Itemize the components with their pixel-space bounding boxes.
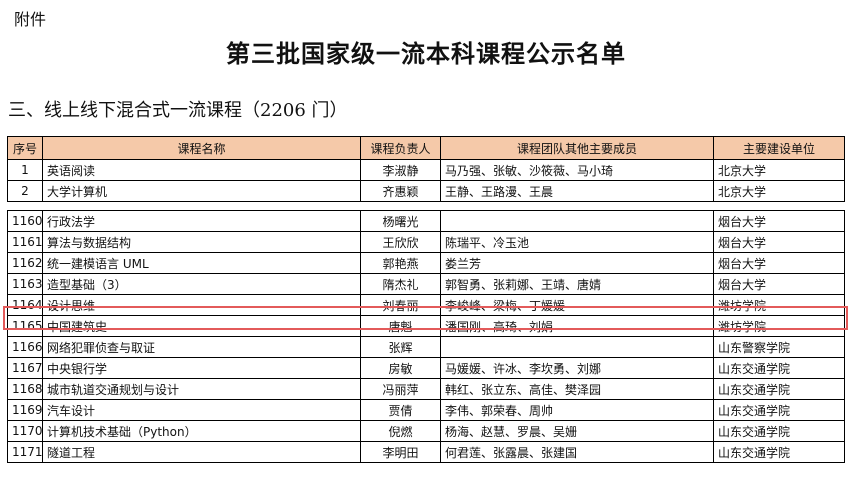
- cell-course-name: 英语阅读: [42, 159, 361, 181]
- table-row: 1165 中国建筑史 唐魁 潘国刚、高琦、刘娟 潍坊学院: [7, 315, 845, 337]
- cell-members: [440, 210, 714, 232]
- cell-leader: 倪燃: [360, 420, 441, 442]
- cell-members: 娄兰芳: [440, 252, 714, 274]
- table-row: 2 大学计算机 齐惠颖 王静、王路漫、王晨 北京大学: [7, 180, 845, 202]
- table-row: 1170 计算机技术基础（Python） 倪燃 杨海、赵慧、罗晨、吴姗 山东交通…: [7, 420, 845, 442]
- cell-unit: 山东交通学院: [713, 420, 845, 442]
- cell-no: 1163: [7, 273, 43, 295]
- cell-members: 郭智勇、张莉娜、王靖、唐婧: [440, 273, 714, 295]
- cell-no: 1170: [7, 420, 43, 442]
- cell-no: 1160: [7, 210, 43, 232]
- header-course-name: 课程名称: [42, 136, 361, 160]
- table-row-highlighted: 1164 设计思维 刘春丽 李峻峰、梁梅、丁媛媛 潍坊学院: [7, 294, 845, 316]
- table-header-row: 序号 课程名称 课程负责人 课程团队其他主要成员 主要建设单位: [7, 136, 845, 160]
- cell-no: 1167: [7, 357, 43, 379]
- table-row: 1160 行政法学 杨曙光 烟台大学: [7, 210, 845, 232]
- cell-unit: 山东交通学院: [713, 441, 845, 463]
- cell-leader: 张辉: [360, 336, 441, 358]
- cell-no: 2: [7, 180, 43, 202]
- cell-unit: 北京大学: [713, 180, 845, 202]
- cell-unit: 山东交通学院: [713, 357, 845, 379]
- cell-no: 1161: [7, 231, 43, 253]
- table-row: 1169 汽车设计 贾倩 李伟、郭荣春、周帅 山东交通学院: [7, 399, 845, 421]
- table-row: 1166 网络犯罪侦查与取证 张辉 山东警察学院: [7, 336, 845, 358]
- cell-members: 何君莲、张露晨、张建国: [440, 441, 714, 463]
- cell-course-name: 行政法学: [42, 210, 361, 232]
- cell-members: 马媛媛、许冰、李坎勇、刘娜: [440, 357, 714, 379]
- cell-leader: 贾倩: [360, 399, 441, 421]
- cell-unit: 烟台大学: [713, 273, 845, 295]
- cell-no: 1171: [7, 441, 43, 463]
- cell-leader: 冯丽萍: [360, 378, 441, 400]
- cell-unit: 北京大学: [713, 159, 845, 181]
- table-row: 1162 统一建模语言 UML 郭艳燕 娄兰芳 烟台大学: [7, 252, 845, 274]
- cell-leader: 杨曙光: [360, 210, 441, 232]
- cell-course-name: 隧道工程: [42, 441, 361, 463]
- cell-unit: 烟台大学: [713, 252, 845, 274]
- cell-no: 1166: [7, 336, 43, 358]
- cell-members: 李伟、郭荣春、周帅: [440, 399, 714, 421]
- header-members: 课程团队其他主要成员: [440, 136, 714, 160]
- table-row: 1163 造型基础（3） 隋杰礼 郭智勇、张莉娜、王靖、唐婧 烟台大学: [7, 273, 845, 295]
- cell-course-name: 城市轨道交通规划与设计: [42, 378, 361, 400]
- cell-unit: 山东交通学院: [713, 399, 845, 421]
- cell-course-name: 汽车设计: [42, 399, 361, 421]
- cell-leader: 房敏: [360, 357, 441, 379]
- cell-leader: 李淑静: [360, 159, 441, 181]
- cell-leader: 隋杰礼: [360, 273, 441, 295]
- table-row: 1168 城市轨道交通规划与设计 冯丽萍 韩红、张立东、高佳、樊泽园 山东交通学…: [7, 378, 845, 400]
- header-unit: 主要建设单位: [713, 136, 845, 160]
- cell-leader: 郭艳燕: [360, 252, 441, 274]
- section-heading: 三、线上线下混合式一流课程（2206 门）: [8, 100, 348, 121]
- table-row: 1167 中央银行学 房敏 马媛媛、许冰、李坎勇、刘娜 山东交通学院: [7, 357, 845, 379]
- cell-no: 1168: [7, 378, 43, 400]
- table-row: 1171 隧道工程 李明田 何君莲、张露晨、张建国 山东交通学院: [7, 441, 845, 463]
- cell-members: 李峻峰、梁梅、丁媛媛: [440, 294, 714, 316]
- cell-unit: 潍坊学院: [713, 294, 845, 316]
- course-table: 序号 课程名称 课程负责人 课程团队其他主要成员 主要建设单位 1 英语阅读 李…: [7, 136, 845, 463]
- page-title: 第三批国家级一流本科课程公示名单: [226, 39, 626, 68]
- table-row: 1161 算法与数据结构 王欣欣 陈瑞平、冷玉池 烟台大学: [7, 231, 845, 253]
- attachment-label: 附件: [14, 10, 47, 29]
- cell-course-name: 大学计算机: [42, 180, 361, 202]
- cell-members: 韩红、张立东、高佳、樊泽园: [440, 378, 714, 400]
- cell-course-name: 算法与数据结构: [42, 231, 361, 253]
- cell-course-name: 设计思维: [42, 294, 361, 316]
- cell-course-name: 中国建筑史: [42, 315, 361, 337]
- cell-course-name: 造型基础（3）: [42, 273, 361, 295]
- cell-members: 马乃强、张敏、沙筱薇、马小琦: [440, 159, 714, 181]
- cell-members: 杨海、赵慧、罗晨、吴姗: [440, 420, 714, 442]
- cell-no: 1162: [7, 252, 43, 274]
- cell-unit: 烟台大学: [713, 231, 845, 253]
- cell-members: 潘国刚、高琦、刘娟: [440, 315, 714, 337]
- table-gap: [7, 201, 845, 211]
- cell-leader: 王欣欣: [360, 231, 441, 253]
- cell-members: [440, 336, 714, 358]
- cell-no: 1165: [7, 315, 43, 337]
- cell-course-name: 网络犯罪侦查与取证: [42, 336, 361, 358]
- cell-unit: 山东交通学院: [713, 378, 845, 400]
- cell-members: 陈瑞平、冷玉池: [440, 231, 714, 253]
- cell-course-name: 中央银行学: [42, 357, 361, 379]
- cell-unit: 烟台大学: [713, 210, 845, 232]
- cell-leader: 刘春丽: [360, 294, 441, 316]
- cell-no: 1164: [7, 294, 43, 316]
- cell-leader: 李明田: [360, 441, 441, 463]
- cell-members: 王静、王路漫、王晨: [440, 180, 714, 202]
- header-leader: 课程负责人: [360, 136, 441, 160]
- cell-leader: 唐魁: [360, 315, 441, 337]
- table-row: 1 英语阅读 李淑静 马乃强、张敏、沙筱薇、马小琦 北京大学: [7, 159, 845, 181]
- cell-leader: 齐惠颖: [360, 180, 441, 202]
- cell-no: 1: [7, 159, 43, 181]
- cell-no: 1169: [7, 399, 43, 421]
- cell-unit: 山东警察学院: [713, 336, 845, 358]
- cell-course-name: 统一建模语言 UML: [42, 252, 361, 274]
- cell-unit: 潍坊学院: [713, 315, 845, 337]
- cell-course-name: 计算机技术基础（Python）: [42, 420, 361, 442]
- header-no: 序号: [7, 136, 43, 160]
